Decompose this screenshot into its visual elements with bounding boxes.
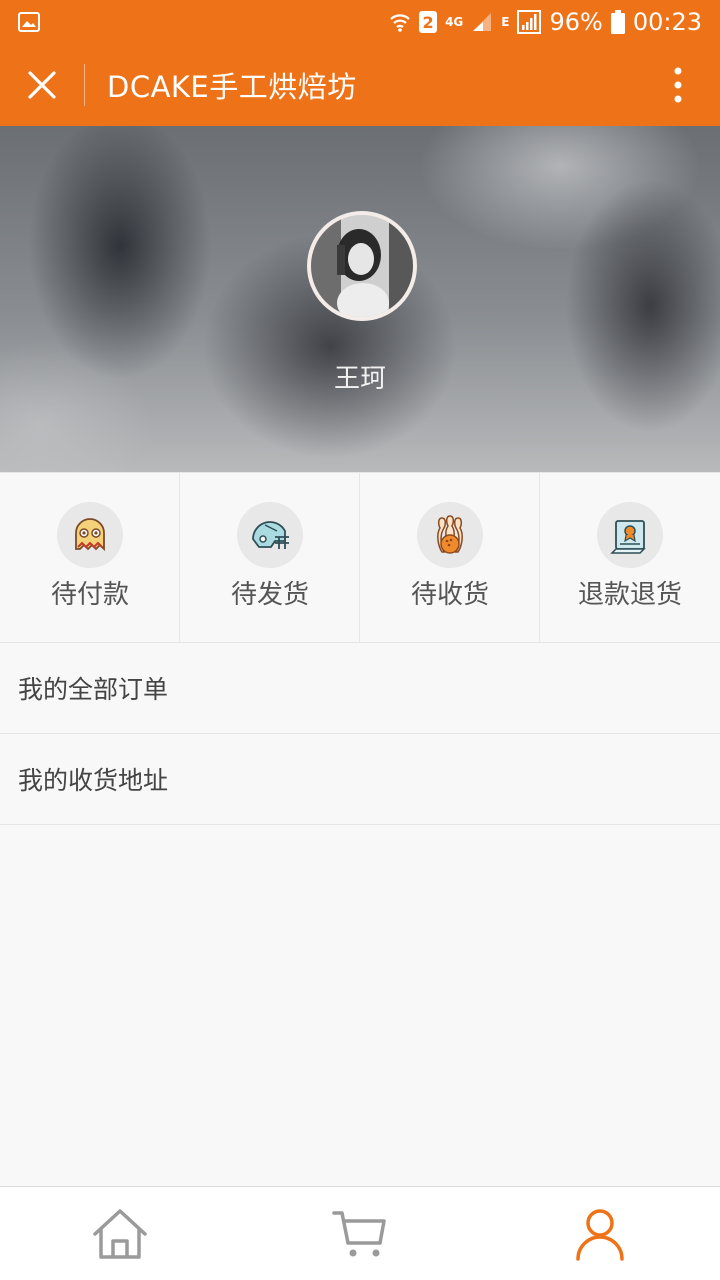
address-row[interactable]: 我的收货地址 <box>0 734 720 825</box>
avatar[interactable] <box>307 211 417 321</box>
bowling-icon <box>437 515 463 554</box>
order-label-pending-shipment: 待发货 <box>230 580 309 610</box>
signal-icon <box>473 13 492 31</box>
more-vertical-icon <box>674 67 682 103</box>
all-orders-label: 我的全部订单 <box>18 675 169 704</box>
ghost-icon-circle <box>57 502 123 568</box>
title-bar: DCAKE手工烘焙坊 <box>0 44 720 126</box>
bowling-icon-circle <box>417 502 483 568</box>
clock: 00:23 <box>632 8 702 36</box>
wifi-icon <box>390 14 410 32</box>
status-bar: 2 4G E 96% 00:23 <box>0 0 720 44</box>
certificate-icon <box>610 520 646 554</box>
nav-home[interactable] <box>0 1187 240 1280</box>
status-bar-right: 2 4G E 96% 00:23 <box>389 8 702 36</box>
helmet-icon <box>252 521 289 549</box>
order-label-pending-payment: 待付款 <box>50 580 129 610</box>
order-pending-shipment[interactable]: 待发货 <box>180 473 360 642</box>
close-icon <box>28 71 56 99</box>
user-icon <box>576 1209 624 1261</box>
order-pending-receipt[interactable]: 待收货 <box>360 473 540 642</box>
cart-icon <box>332 1211 386 1257</box>
network-4g-label: 4G <box>445 15 464 29</box>
username: 王珂 <box>333 364 386 394</box>
certificate-icon-circle <box>597 502 663 568</box>
address-label: 我的收货地址 <box>18 766 169 795</box>
profile-header: 王珂 <box>0 126 720 472</box>
ghost-icon <box>75 518 105 552</box>
battery-icon <box>610 10 625 34</box>
signal-full-icon <box>517 10 542 34</box>
order-pending-payment[interactable]: 待付款 <box>0 473 180 642</box>
nav-cart[interactable] <box>240 1187 480 1280</box>
title-divider <box>84 64 85 106</box>
network-e-label: E <box>501 15 510 29</box>
gallery-notification-icon <box>18 12 40 32</box>
order-label-refund-return: 退款退货 <box>577 580 682 610</box>
avatar-photo <box>311 215 413 317</box>
status-bar-left <box>18 12 40 32</box>
more-options-button[interactable] <box>636 44 720 126</box>
nav-profile[interactable] <box>480 1187 720 1280</box>
bottom-navigation <box>0 1186 720 1280</box>
helmet-icon-circle <box>237 502 303 568</box>
page-title: DCAKE手工烘焙坊 <box>107 70 357 104</box>
all-orders-row[interactable]: 我的全部订单 <box>0 643 720 734</box>
order-label-pending-receipt: 待收货 <box>410 580 489 610</box>
battery-percent: 96% <box>549 8 603 36</box>
close-button[interactable] <box>0 44 84 126</box>
home-icon <box>93 1209 147 1259</box>
order-status-grid: 待付款 待发货 待收货 退款退货 <box>0 472 720 643</box>
sim-badge: 2 <box>419 11 438 33</box>
order-refund-return[interactable]: 退款退货 <box>540 473 720 642</box>
